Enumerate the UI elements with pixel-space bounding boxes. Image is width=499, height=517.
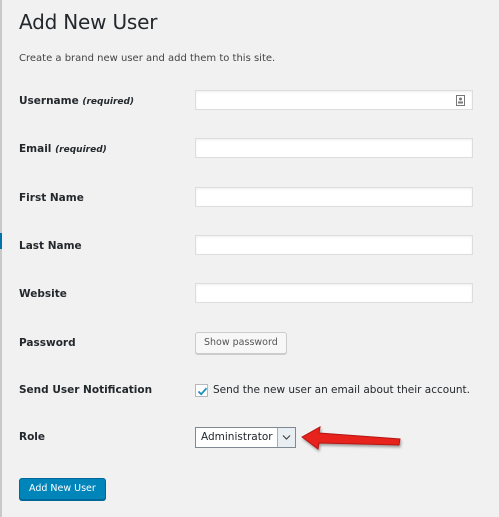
first-name-input[interactable] bbox=[196, 190, 472, 209]
required-note: (required) bbox=[55, 145, 107, 155]
username-field[interactable] bbox=[195, 90, 473, 112]
website-label: Website bbox=[19, 288, 67, 300]
role-label: Role bbox=[19, 431, 46, 443]
checkmark-icon bbox=[197, 387, 208, 396]
username-input[interactable] bbox=[196, 93, 472, 112]
role-select[interactable]: Administrator bbox=[195, 427, 296, 448]
email-label: Email (required) bbox=[19, 143, 107, 155]
send-notification-checkbox[interactable] bbox=[195, 384, 208, 397]
website-field[interactable] bbox=[195, 283, 473, 305]
admin-sidebar-accent bbox=[0, 233, 2, 249]
website-input[interactable] bbox=[196, 286, 472, 305]
admin-sidebar-edge bbox=[0, 0, 2, 517]
last-name-input[interactable] bbox=[196, 238, 472, 257]
last-name-field[interactable] bbox=[195, 235, 473, 257]
email-label-text: Email bbox=[19, 143, 52, 155]
add-new-user-button[interactable]: Add New User bbox=[19, 478, 106, 500]
notification-label: Send User Notification bbox=[19, 384, 153, 396]
contact-card-icon[interactable] bbox=[456, 95, 465, 106]
username-label-text: Username bbox=[19, 95, 79, 107]
email-field[interactable] bbox=[195, 138, 473, 160]
required-note: (required) bbox=[82, 97, 135, 107]
username-label: Username (required) bbox=[19, 95, 134, 107]
chevron-down-icon[interactable] bbox=[277, 428, 295, 447]
page-intro: Create a brand new user and add them to … bbox=[19, 53, 276, 64]
password-label: Password bbox=[19, 337, 76, 349]
page-title: Add New User bbox=[19, 10, 158, 34]
notification-checkbox-text: Send the new user an email about their a… bbox=[213, 384, 470, 396]
red-arrow-icon bbox=[301, 426, 401, 450]
role-selected-value: Administrator bbox=[201, 431, 273, 443]
first-name-field[interactable] bbox=[195, 187, 473, 209]
first-name-label: First Name bbox=[19, 192, 84, 204]
email-input[interactable] bbox=[196, 141, 472, 160]
show-password-button[interactable]: Show password bbox=[195, 332, 287, 354]
last-name-label: Last Name bbox=[19, 240, 82, 252]
